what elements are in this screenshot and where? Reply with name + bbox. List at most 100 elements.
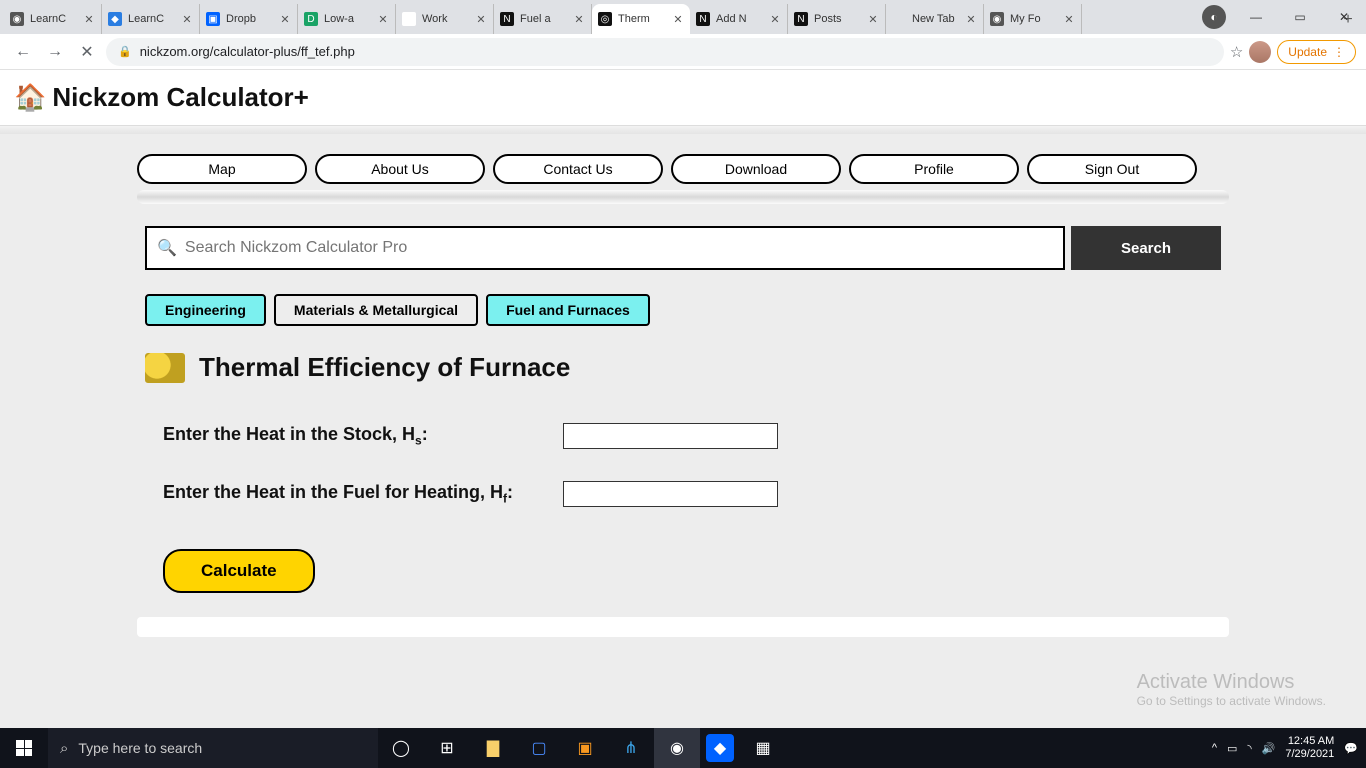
nav-forward-button[interactable]: → [42, 39, 68, 65]
hf-label: Enter the Heat in the Fuel for Heating, … [163, 482, 563, 506]
tab-title: Therm [618, 13, 672, 25]
nav-about-us[interactable]: About Us [315, 154, 485, 184]
tab-close-icon[interactable]: ✕ [965, 13, 977, 25]
tab-title: My Fo [1010, 13, 1063, 25]
calculate-button[interactable]: Calculate [163, 549, 315, 593]
photos-icon[interactable]: ▦ [740, 728, 786, 768]
url-text: nickzom.org/calculator-plus/ff_tef.php [140, 44, 355, 59]
tab-favicon-icon: N [696, 12, 710, 26]
browser-tab[interactable]: N Add N✕ [690, 4, 788, 34]
taskbar-clock[interactable]: 12:45 AM 7/29/2021 [1285, 735, 1334, 761]
tab-close-icon[interactable]: ✕ [377, 13, 389, 25]
task-view-icon[interactable]: ⊞ [424, 728, 470, 768]
browser-tab[interactable]: ◉ My Fo✕ [984, 4, 1082, 34]
tab-close-icon[interactable]: ✕ [769, 13, 781, 25]
calculator-form: Enter the Heat in the Stock, Hs: Enter t… [133, 423, 1233, 593]
nav-profile[interactable]: Profile [849, 154, 1019, 184]
browser-tab[interactable]: ◎Therm✕ [592, 4, 690, 34]
incognito-icon: ◐ [1202, 5, 1226, 29]
url-input[interactable]: 🔒 nickzom.org/calculator-plus/ff_tef.php [106, 38, 1224, 66]
search-icon: ⌕ [60, 740, 68, 757]
nav-back-button[interactable]: ← [10, 39, 36, 65]
hf-colon: : [507, 482, 513, 502]
window-maximize-button[interactable]: ▭ [1278, 2, 1322, 32]
browser-tab[interactable]: NFuel a✕ [494, 4, 592, 34]
browser-tab[interactable]: ▣Dropb✕ [200, 4, 298, 34]
battery-icon[interactable]: ▭ [1227, 742, 1237, 755]
tab-close-icon[interactable]: ✕ [475, 13, 487, 25]
windows-activation-watermark: Activate Windows Go to Settings to activ… [1137, 671, 1326, 708]
nav-contact-us[interactable]: Contact Us [493, 154, 663, 184]
windows-taskbar: ⌕ Type here to search ◯ ⊞ ▇ ▢ ▣ ⋔ ◉ ◆ ▦ … [0, 728, 1366, 768]
tab-title: New Tab [912, 13, 965, 25]
file-explorer-icon[interactable]: ▇ [470, 728, 516, 768]
tab-close-icon[interactable]: ✕ [181, 13, 193, 25]
wifi-icon[interactable]: ◝ [1247, 742, 1251, 755]
profile-avatar[interactable] [1249, 41, 1271, 63]
nav-map[interactable]: Map [137, 154, 307, 184]
tab-close-icon[interactable]: ✕ [1063, 13, 1075, 25]
windows-icon [16, 740, 32, 756]
cortana-icon[interactable]: ◯ [378, 728, 424, 768]
breadcrumb-materials-metallurgical[interactable]: Materials & Metallurgical [274, 294, 478, 326]
zoom-icon[interactable]: ▢ [516, 728, 562, 768]
taskbar-search[interactable]: ⌕ Type here to search [48, 728, 378, 768]
nav-download[interactable]: Download [671, 154, 841, 184]
site-brand[interactable]: 🏠 Nickzom Calculator+ [14, 82, 1352, 113]
browser-tab[interactable]: ◉LearnC✕ [4, 4, 102, 34]
tab-title: LearnC [128, 13, 181, 25]
window-minimize-button[interactable]: — [1234, 2, 1278, 32]
browser-tab[interactable]: N Posts✕ [788, 4, 886, 34]
search-input[interactable] [185, 239, 1053, 257]
notifications-icon[interactable]: 💬 [1344, 742, 1358, 755]
tab-close-icon[interactable]: ✕ [279, 13, 291, 25]
browser-tab[interactable]: New Tab✕ [886, 4, 984, 34]
tab-favicon-icon: ▣ [206, 12, 220, 26]
clock-time: 12:45 AM [1285, 735, 1334, 748]
start-button[interactable] [0, 728, 48, 768]
update-button[interactable]: Update ⋮ [1277, 40, 1356, 64]
breadcrumb-fuel-and-furnaces[interactable]: Fuel and Furnaces [486, 294, 650, 326]
browser-tab[interactable]: ◆LearnC✕ [102, 4, 200, 34]
tab-close-icon[interactable]: ✕ [573, 13, 585, 25]
chrome-icon[interactable]: ◉ [654, 728, 700, 768]
site-header: 🏠 Nickzom Calculator+ [0, 70, 1366, 126]
tab-close-icon[interactable]: ✕ [83, 13, 95, 25]
browser-tab[interactable]: D Low-a✕ [298, 4, 396, 34]
tray-chevron-icon[interactable]: ^ [1212, 742, 1217, 754]
tab-title: Posts [814, 13, 867, 25]
sublime-icon[interactable]: ▣ [562, 728, 608, 768]
window-controls: ◐ — ▭ ✕ [1202, 0, 1366, 34]
hs-label: Enter the Heat in the Stock, Hs: [163, 424, 563, 448]
tab-close-icon[interactable]: ✕ [867, 13, 879, 25]
search-button[interactable]: Search [1071, 226, 1221, 270]
tab-title: Add N [716, 13, 769, 25]
vscode-icon[interactable]: ⋔ [608, 728, 654, 768]
tab-title: Work [422, 13, 475, 25]
watermark-line1: Activate Windows [1137, 671, 1326, 694]
tab-favicon-icon [892, 12, 906, 26]
tab-favicon-icon: D [304, 12, 318, 26]
tab-title: Low-a [324, 13, 377, 25]
hf-input[interactable] [563, 481, 778, 507]
nav-shelf [137, 190, 1229, 204]
brand-text: Nickzom Calculator+ [52, 82, 308, 113]
taskbar-search-placeholder: Type here to search [78, 740, 202, 756]
search-box[interactable]: 🔍 [145, 226, 1065, 270]
browser-tab[interactable]: MWork✕ [396, 4, 494, 34]
hs-input[interactable] [563, 423, 778, 449]
nav-sign-out[interactable]: Sign Out [1027, 154, 1197, 184]
search-icon: 🔍 [157, 238, 177, 258]
volume-icon[interactable]: 🔊 [1262, 742, 1276, 755]
tab-favicon-icon: ◉ [990, 12, 1004, 26]
window-close-button[interactable]: ✕ [1322, 2, 1366, 32]
hs-sub: s [415, 434, 422, 448]
dropbox-icon[interactable]: ◆ [706, 734, 734, 762]
main-nav: Map About Us Contact Us Download Profile Sign… [133, 154, 1233, 190]
nav-stop-button[interactable]: ✕ [74, 39, 100, 65]
breadcrumb-engineering[interactable]: Engineering [145, 294, 266, 326]
tab-favicon-icon: ◉ [10, 12, 24, 26]
tab-favicon-icon: N [794, 12, 808, 26]
tab-close-icon[interactable]: ✕ [672, 13, 684, 25]
bookmark-star-icon[interactable]: ☆ [1230, 43, 1243, 61]
